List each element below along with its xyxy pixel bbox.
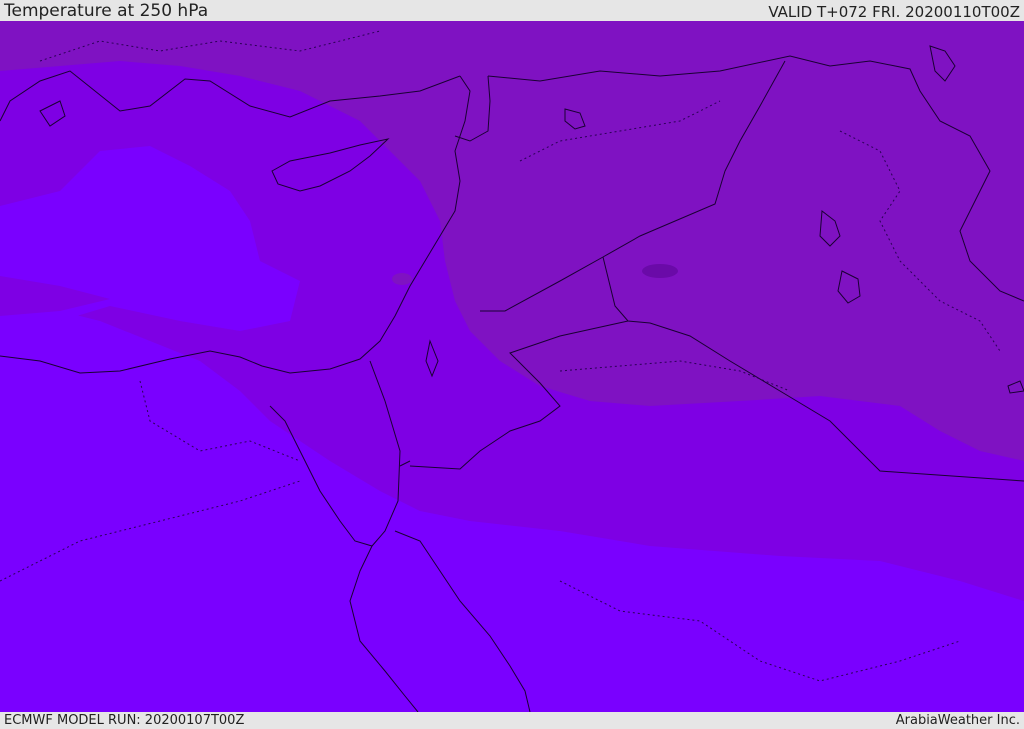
map-canvas xyxy=(0,21,1024,712)
header-bar: Temperature at 250 hPa VALID T+072 FRI. … xyxy=(0,0,1024,21)
valid-time: VALID T+072 FRI. 20200110T00Z xyxy=(768,3,1020,21)
temperature-band-warm-spot xyxy=(392,273,412,285)
temperature-band-warmest xyxy=(642,264,678,278)
map-title: Temperature at 250 hPa xyxy=(4,1,209,21)
credit-label: ArabiaWeather Inc. xyxy=(895,713,1020,728)
model-run-label: ECMWF MODEL RUN: 20200107T00Z xyxy=(4,713,245,728)
weather-map[interactable] xyxy=(0,21,1024,712)
footer-bar: ECMWF MODEL RUN: 20200107T00Z ArabiaWeat… xyxy=(0,712,1024,729)
